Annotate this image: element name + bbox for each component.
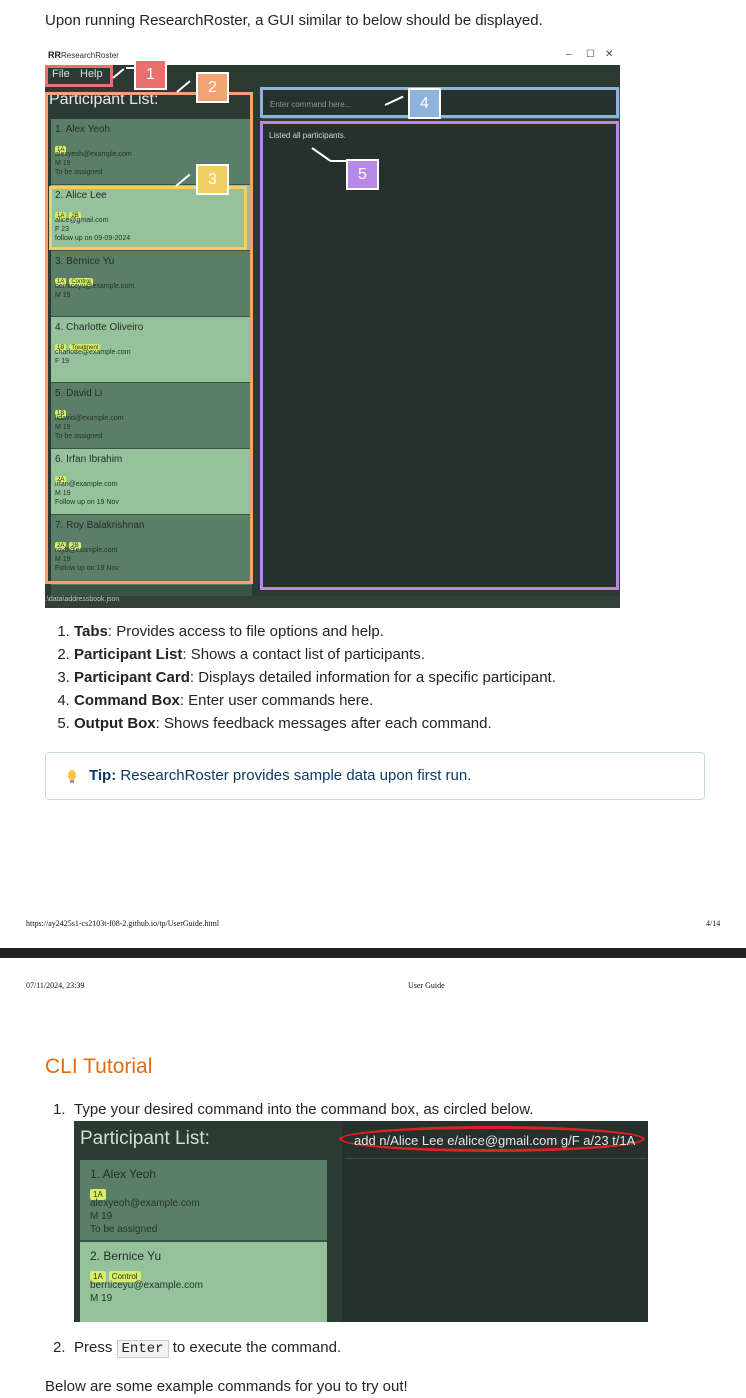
list-item: Participant List: Shows a contact list o… [74,643,556,666]
participant-info: M 19 [90,1293,113,1304]
frame-tabs [45,65,113,87]
command-box[interactable]: add n/Alice Lee e/alice@gmail.com g/F a/… [339,1124,647,1159]
output-box [345,1165,647,1322]
participant-name: 1. Alex Yeoh [90,1167,157,1181]
participant-note: To be assigned [90,1224,158,1235]
tip-label: Tip: [89,767,117,784]
tip-text: ResearchRoster provides sample data upon… [116,767,472,784]
callout-2: 2 [196,72,229,103]
step-1-text: Type your desired command into the comma… [74,1101,534,1118]
step-number: 1. [53,1101,66,1118]
participant-card[interactable]: 1. Alex Yeoh 1A alexyeoh@example.com M 1… [80,1160,327,1240]
section-heading: CLI Tutorial [45,1055,153,1078]
participant-email: alexyeoh@example.com [90,1198,200,1209]
list-item: Participant Card: Displays detailed info… [74,666,556,689]
header-datetime: 07/11/2024, 23:39 [26,981,85,990]
page-number: 4/14 [706,919,721,928]
tip-box: Tip: ResearchRoster provides sample data… [45,752,705,800]
step-2-text: Press Enter to execute the command. [74,1339,342,1358]
participant-info: M 19 [90,1211,113,1222]
close-icon[interactable]: ✕ [605,49,613,60]
status-bar: .\data\addressbook.json [45,596,620,608]
callout-1: 1 [134,59,167,90]
leader-line [330,160,346,162]
command-input-value: add n/Alice Lee e/alice@gmail.com g/F a/… [354,1133,636,1148]
component-legend: Tabs: Provides access to file options an… [53,620,556,735]
callout-4: 4 [408,88,441,119]
window-title: ResearchRoster [61,51,119,60]
list-item: Command Box: Enter user commands here. [74,689,556,712]
participant-name: 2. Bernice Yu [90,1249,162,1263]
minimize-icon[interactable]: – [566,49,572,60]
examples-intro: Below are some example commands for you … [45,1378,408,1395]
participant-email: berniceyu@example.com [90,1280,203,1291]
lightbulb-icon [68,770,76,783]
frame-output-box [260,121,619,590]
header-title: User Guide [408,981,445,990]
page-divider [0,948,746,958]
callout-3: 3 [196,164,229,195]
intro-text: Upon running ResearchRoster, a GUI simil… [45,12,543,29]
frame-participant-card [49,186,247,250]
status-path: .\data\addressbook.json [45,596,120,603]
command-screenshot: Participant List: 1. Alex Yeoh 1A alexye… [74,1121,648,1322]
list-item: Output Box: Shows feedback messages afte… [74,712,556,735]
enter-key: Enter [116,1340,169,1358]
participant-list: 1. Alex Yeoh 1A alexyeoh@example.com M 1… [80,1160,327,1322]
app-logo: RR [48,50,61,60]
maximize-icon[interactable]: ☐ [586,49,595,60]
list-item: Tabs: Provides access to file options an… [74,620,556,643]
leader-line [126,67,134,69]
callout-5: 5 [346,159,379,190]
step-number: 2. [53,1339,66,1356]
participant-list-title: Participant List: [80,1128,210,1149]
participant-card[interactable]: 2. Bernice Yu 1A Control berniceyu@exampl… [80,1242,327,1322]
footer-url: https://ay2425s1-cs2103t-f08-2.github.io… [26,919,220,928]
window-titlebar: RR ResearchRoster – ☐ ✕ [45,47,620,65]
